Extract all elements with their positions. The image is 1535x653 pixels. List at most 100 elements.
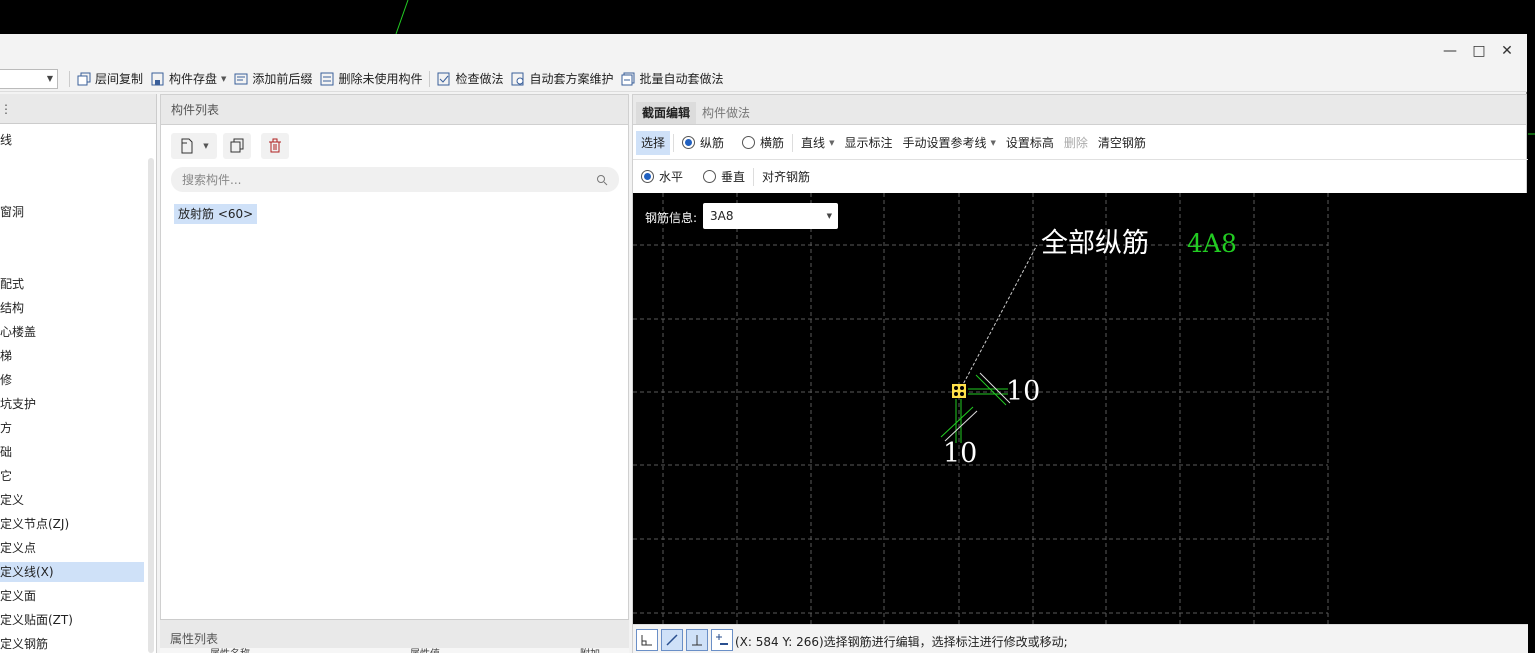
search-input[interactable]: [171, 167, 619, 192]
toolbar-divider: [792, 133, 794, 152]
auto-scheme-icon: [511, 72, 524, 85]
vertical-label: 垂直: [721, 170, 746, 184]
manual-ref-line-button[interactable]: 手动设置参考线 ▼: [897, 131, 1000, 155]
copy-layers-label: 层间复制: [95, 72, 144, 86]
tree-item[interactable]: 配式: [0, 274, 144, 294]
toolbar-divider: [673, 133, 675, 152]
check-method-label: 检查做法: [455, 72, 504, 86]
snap-point-button[interactable]: [711, 629, 733, 651]
batch-auto-button[interactable]: 批量自动套做法: [617, 68, 727, 90]
align-rebar-button[interactable]: 对齐钢筋: [757, 165, 815, 189]
tree-item[interactable]: 方: [0, 418, 144, 438]
tree-item[interactable]: 修: [0, 370, 144, 390]
dimension-bottom-label[interactable]: 10: [943, 438, 977, 469]
component-item[interactable]: 放射筋 <60>: [174, 204, 258, 224]
status-text: (X: 584 Y: 266)选择钢筋进行编辑，选择标注进行修改或移动;: [735, 635, 1068, 649]
tree-item[interactable]: 定义节点(ZJ): [0, 514, 144, 534]
navigation-tree: ⋮ 线 窗洞 配式 结构 心楼盖 梯 修 坑支护 方 础 它 定义 定义节点(Z…: [0, 94, 157, 653]
floor-select[interactable]: ▼: [0, 68, 58, 89]
tree-scrollbar[interactable]: [148, 158, 154, 653]
add-prefix-button[interactable]: 添加前后缀: [230, 68, 316, 90]
snap-perpendicular-button[interactable]: [686, 629, 708, 651]
copy-layers-button[interactable]: 层间复制: [73, 68, 147, 90]
radio-unchecked-icon: [703, 170, 717, 183]
delete-button[interactable]: 删除: [1059, 131, 1093, 155]
editor-tabs: 截面编辑 构件做法: [633, 95, 1526, 125]
vertical-radio[interactable]: 垂直: [698, 165, 750, 189]
background-line: [395, 0, 409, 34]
radio-checked-icon: [682, 136, 696, 149]
section-canvas[interactable]: 全部纵筋 4A8 10 10 钢筋信息: 3A8 ▼: [633, 193, 1528, 624]
save-component-label: 构件存盘: [169, 72, 218, 86]
line-mode-label: 直线: [801, 136, 826, 150]
tab-section-edit[interactable]: 截面编辑: [636, 102, 697, 124]
set-elevation-button[interactable]: 设置标高: [1001, 131, 1059, 155]
rebar-point[interactable]: [952, 384, 966, 398]
tree-item[interactable]: 定义面: [0, 586, 144, 606]
trans-rebar-radio[interactable]: 横筋: [737, 131, 789, 155]
batch-auto-label: 批量自动套做法: [639, 72, 724, 86]
chevron-down-icon: ▼: [203, 142, 209, 150]
trash-icon: [269, 138, 281, 153]
section-editor-panel: 截面编辑 构件做法 选择 纵筋 横筋 直线 ▼ 显示标注 手动设置参考线 ▼ 设置标…: [632, 94, 1528, 653]
radio-unchecked-icon: [742, 136, 756, 149]
new-component-button[interactable]: ▼: [171, 133, 217, 159]
horizontal-radio[interactable]: 水平: [636, 165, 688, 189]
perpendicular-snap-icon: [692, 635, 702, 646]
tree-item[interactable]: 础: [0, 442, 144, 462]
tree-item-selected[interactable]: 定义线(X): [0, 562, 144, 582]
search-icon[interactable]: [596, 174, 608, 186]
copy-icon: [230, 138, 244, 153]
radio-checked-icon: [641, 170, 654, 183]
long-rebar-radio[interactable]: 纵筋: [677, 131, 729, 155]
tree-item[interactable]: 心楼盖: [0, 322, 144, 342]
tree-item[interactable]: 线: [0, 130, 144, 150]
trans-rebar-label: 横筋: [760, 136, 785, 150]
column-header: 属性名称: [210, 645, 250, 653]
minimize-icon[interactable]: —: [1440, 42, 1460, 60]
tree-item[interactable]: 梯: [0, 346, 144, 366]
manual-ref-label: 手动设置参考线: [902, 136, 987, 150]
tree-item[interactable]: 定义点: [0, 538, 144, 558]
tree-item[interactable]: 它: [0, 466, 144, 486]
delete-component-button[interactable]: [261, 133, 289, 159]
tree-item[interactable]: 窗洞: [0, 202, 144, 222]
add-point-snap-icon: [716, 634, 728, 645]
tree-item[interactable]: 定义钢筋: [0, 634, 144, 653]
desktop-right-edge: [1528, 34, 1535, 653]
diagonal-snap-icon: [666, 634, 678, 646]
app-window: — □ ✕ ▼ 层间复制 构件存盘 ▼ 添加前后缀 删除未使用构件 检查做法 自…: [0, 34, 1528, 653]
save-component-button[interactable]: 构件存盘 ▼: [147, 68, 230, 90]
rebar-spec-label[interactable]: 4A8: [1187, 229, 1237, 258]
select-button[interactable]: 选择: [636, 130, 671, 155]
tree-item[interactable]: 结构: [0, 298, 144, 318]
clear-rebar-button[interactable]: 清空钢筋: [1093, 131, 1151, 155]
component-list-panel: 构件列表 ▼ 放射筋 <60>: [160, 94, 629, 653]
show-label-button[interactable]: 显示标注: [839, 131, 897, 155]
tree-item[interactable]: 定义贴面(ZT): [0, 610, 144, 630]
chevron-down-icon: ▼: [46, 73, 53, 83]
component-list-header: 构件列表: [161, 95, 628, 125]
tree-item[interactable]: 定义: [0, 490, 144, 510]
delete-unused-button[interactable]: 删除未使用构件: [316, 68, 426, 90]
column-header: 附加: [580, 645, 600, 653]
delete-unused-icon: [320, 72, 334, 85]
dimension-lines: [940, 372, 1011, 443]
rebar-info-select[interactable]: 3A8 ▼: [703, 203, 838, 229]
tree-item[interactable]: 坑支护: [0, 394, 144, 414]
dimension-right-label[interactable]: 10: [1006, 376, 1040, 407]
property-columns: 属性名称 属性值 附加: [160, 648, 629, 653]
edit-toolbar: 选择 纵筋 横筋 直线 ▼ 显示标注 手动设置参考线 ▼ 设置标高 删除 清空钢筋: [633, 126, 1528, 160]
copy-component-button[interactable]: [223, 133, 251, 159]
check-method-button[interactable]: 检查做法: [433, 68, 507, 90]
snap-line-button[interactable]: [661, 629, 683, 651]
snap-corner-button[interactable]: [636, 629, 658, 651]
tab-component-method[interactable]: 构件做法: [696, 102, 756, 124]
all-long-rebar-label[interactable]: 全部纵筋: [1041, 228, 1149, 259]
auto-scheme-button[interactable]: 自动套方案维护: [507, 68, 617, 90]
section-drawing[interactable]: 全部纵筋 4A8 10 10: [633, 193, 1528, 624]
close-icon[interactable]: ✕: [1497, 42, 1517, 60]
delete-unused-label: 删除未使用构件: [338, 72, 423, 86]
line-mode-button[interactable]: 直线 ▼: [796, 131, 839, 155]
maximize-icon[interactable]: □: [1469, 42, 1489, 60]
